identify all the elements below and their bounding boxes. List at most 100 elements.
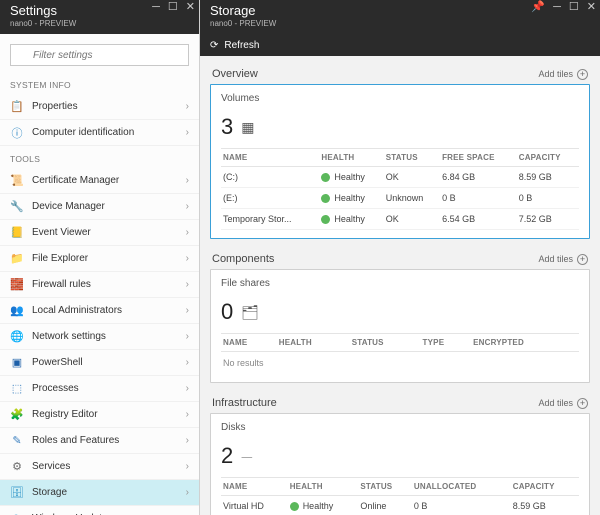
- column-header[interactable]: CAPACITY: [517, 149, 579, 167]
- chevron-right-icon: ›: [186, 253, 189, 264]
- sidebar-item-windows-update[interactable]: ⟳Windows Update›: [0, 506, 199, 515]
- volumes-count: 3: [221, 114, 233, 140]
- menu-item-icon: ⟳: [10, 512, 24, 515]
- chevron-right-icon: ›: [186, 409, 189, 420]
- menu-item-label: Storage: [32, 487, 178, 498]
- settings-title: Settings: [10, 3, 76, 18]
- sidebar-item-processes[interactable]: ⬚Processes›: [0, 376, 199, 402]
- menu-item-icon: 📒: [10, 226, 24, 240]
- refresh-icon[interactable]: ⟳: [210, 40, 218, 51]
- column-header[interactable]: HEALTH: [319, 149, 383, 167]
- column-header[interactable]: NAME: [221, 149, 319, 167]
- volumes-title: Volumes: [221, 93, 579, 104]
- column-header[interactable]: STATUS: [384, 149, 440, 167]
- menu-item-icon: 📜: [10, 174, 24, 188]
- column-header[interactable]: UNALLOCATED: [412, 478, 511, 496]
- plus-icon: +: [577, 398, 588, 409]
- cell-health: Healthy: [288, 496, 359, 515]
- column-header[interactable]: FREE SPACE: [440, 149, 517, 167]
- health-ok-icon: [321, 173, 330, 182]
- sidebar-item-roles-and-features[interactable]: ✎Roles and Features›: [0, 428, 199, 454]
- table-row[interactable]: Temporary Stor...HealthyOK6.54 GB7.52 GB: [221, 209, 579, 230]
- column-header[interactable]: NAME: [221, 478, 288, 496]
- menu-item-label: Certificate Manager: [32, 175, 178, 186]
- minimize-icon[interactable]: ─: [152, 2, 160, 13]
- close-icon[interactable]: ✕: [186, 2, 195, 13]
- components-section: Components Add tiles + File shares 0 🗂 N…: [210, 249, 590, 383]
- column-header[interactable]: HEALTH: [277, 334, 350, 352]
- close-icon[interactable]: ✕: [587, 2, 596, 13]
- disks-card[interactable]: Disks 2 ⏤ NAMEHEALTHSTATUSUNALLOCATEDCAP…: [210, 413, 590, 515]
- storage-subtitle: nano0 - PREVIEW: [210, 19, 276, 28]
- menu-item-icon: 🔧: [10, 200, 24, 214]
- pin-icon[interactable]: 📌: [531, 2, 545, 13]
- cell-health: Healthy: [319, 209, 383, 230]
- sidebar-item-computer-identification[interactable]: ⓘComputer identification›: [0, 120, 199, 146]
- file-shares-title: File shares: [221, 278, 579, 289]
- cell-status: OK: [384, 209, 440, 230]
- menu-item-icon: 📁: [10, 252, 24, 266]
- filter-settings-input[interactable]: [10, 44, 189, 66]
- disks-count: 2: [221, 443, 233, 469]
- table-row[interactable]: Virtual HDHealthyOnline0 B8.59 GB: [221, 496, 579, 515]
- cell-status: OK: [384, 167, 440, 188]
- chevron-right-icon: ›: [186, 331, 189, 342]
- sidebar-item-storage[interactable]: 🗄 Storage ›: [0, 480, 199, 506]
- add-tiles-label: Add tiles: [538, 398, 573, 408]
- column-header[interactable]: TYPE: [421, 334, 472, 352]
- add-tiles-label: Add tiles: [538, 69, 573, 79]
- sidebar-item-powershell[interactable]: ▣PowerShell›: [0, 350, 199, 376]
- sidebar-item-properties[interactable]: 📋 Properties ›: [0, 94, 199, 120]
- menu-item-label: Properties: [32, 101, 178, 112]
- storage-scroll[interactable]: Overview Add tiles + Volumes 3 ▦ NAMEHEA…: [200, 56, 600, 515]
- column-header[interactable]: CAPACITY: [511, 478, 579, 496]
- menu-item-icon: 📋: [10, 100, 24, 114]
- menu-item-icon: 🗄: [10, 486, 24, 500]
- sidebar-item-device-manager[interactable]: 🔧Device Manager›: [0, 194, 199, 220]
- sidebar-item-network-settings[interactable]: 🌐Network settings›: [0, 324, 199, 350]
- file-shares-count: 0: [221, 299, 233, 325]
- file-shares-table: NAMEHEALTHSTATUSTYPEENCRYPTED: [221, 333, 579, 352]
- volumes-card[interactable]: Volumes 3 ▦ NAMEHEALTHSTATUSFREE SPACECA…: [210, 84, 590, 239]
- add-tiles-button[interactable]: Add tiles +: [538, 398, 588, 409]
- column-header[interactable]: ENCRYPTED: [471, 334, 579, 352]
- menu-item-icon: ⓘ: [10, 126, 24, 140]
- column-header[interactable]: STATUS: [358, 478, 412, 496]
- sidebar-item-event-viewer[interactable]: 📒Event Viewer›: [0, 220, 199, 246]
- refresh-button[interactable]: Refresh: [224, 40, 259, 51]
- minimize-icon[interactable]: ─: [553, 2, 561, 13]
- maximize-icon[interactable]: ☐: [168, 2, 178, 13]
- sidebar-item-firewall-rules[interactable]: 🧱Firewall rules›: [0, 272, 199, 298]
- overview-heading: Overview: [212, 68, 258, 80]
- disks-title: Disks: [221, 422, 579, 433]
- menu-item-label: File Explorer: [32, 253, 178, 264]
- cell-free-space: 6.84 GB: [440, 167, 517, 188]
- menu-item-icon: 🧱: [10, 278, 24, 292]
- file-shares-card[interactable]: File shares 0 🗂 NAMEHEALTHSTATUSTYPEENCR…: [210, 269, 590, 383]
- add-tiles-button[interactable]: Add tiles +: [538, 254, 588, 265]
- cell-free-space: 6.54 GB: [440, 209, 517, 230]
- cell-capacity: 7.52 GB: [517, 209, 579, 230]
- sidebar-item-file-explorer[interactable]: 📁 File Explorer ›: [0, 246, 199, 272]
- menu-item-label: Processes: [32, 383, 178, 394]
- sidebar-item-registry-editor[interactable]: 🧩Registry Editor›: [0, 402, 199, 428]
- sidebar-item-local-administrators[interactable]: 👥Local Administrators›: [0, 298, 199, 324]
- settings-subtitle: nano0 - PREVIEW: [10, 19, 76, 28]
- maximize-icon[interactable]: ☐: [569, 2, 579, 13]
- menu-item-icon: 🧩: [10, 408, 24, 422]
- share-icon: 🗂: [241, 304, 259, 321]
- add-tiles-label: Add tiles: [538, 254, 573, 264]
- add-tiles-button[interactable]: Add tiles +: [538, 69, 588, 80]
- column-header[interactable]: NAME: [221, 334, 277, 352]
- health-ok-icon: [321, 215, 330, 224]
- menu-item-icon: ✎: [10, 434, 24, 448]
- column-header[interactable]: STATUS: [350, 334, 421, 352]
- settings-scroll[interactable]: 🔍 SYSTEM INFO 📋Properties›ⓘComputer iden…: [0, 34, 199, 515]
- sidebar-item-services[interactable]: ⚙Services›: [0, 454, 199, 480]
- table-row[interactable]: (C:)HealthyOK6.84 GB8.59 GB: [221, 167, 579, 188]
- chevron-right-icon: ›: [186, 101, 189, 112]
- table-row[interactable]: (E:)HealthyUnknown0 B0 B: [221, 188, 579, 209]
- sidebar-item-certificate-manager[interactable]: 📜Certificate Manager›: [0, 168, 199, 194]
- chevron-right-icon: ›: [186, 487, 189, 498]
- column-header[interactable]: HEALTH: [288, 478, 359, 496]
